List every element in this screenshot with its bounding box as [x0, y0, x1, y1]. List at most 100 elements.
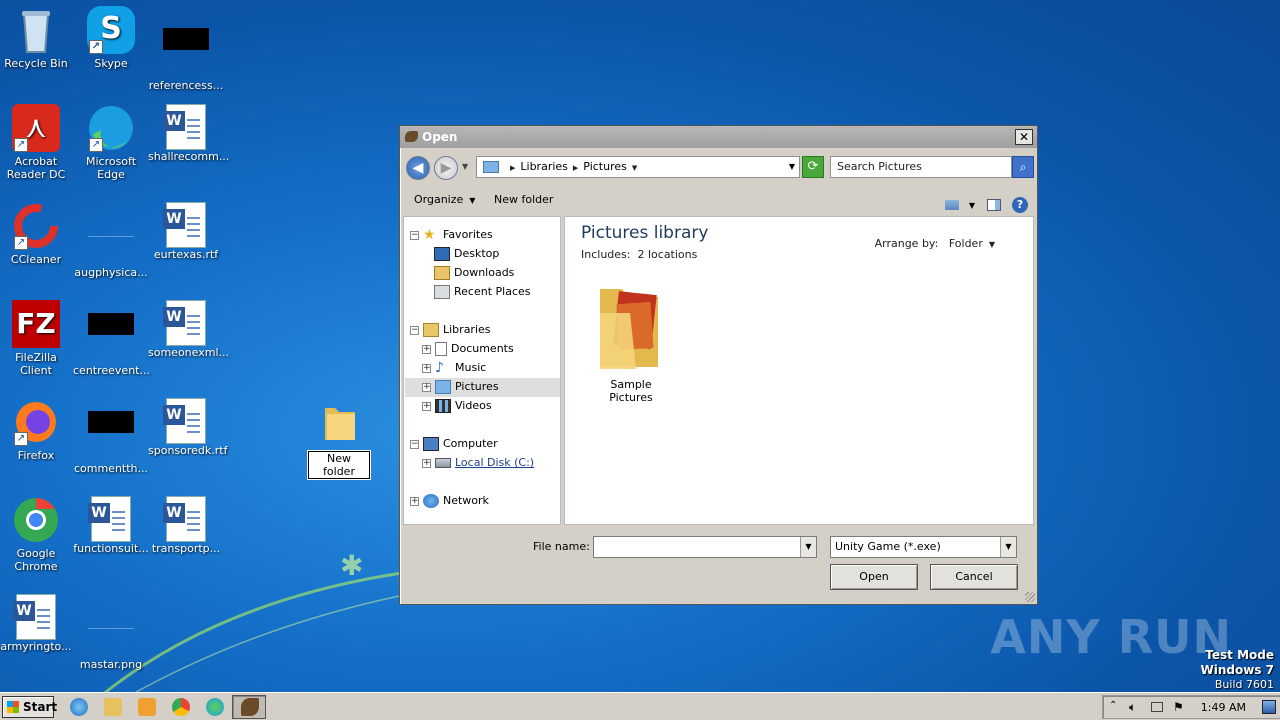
expand-icon[interactable]: +	[410, 496, 419, 506]
chevron-down-icon[interactable]: ▼	[800, 537, 816, 557]
file-type-select[interactable]: Unity Game (*.exe) ▼	[830, 536, 1017, 558]
new-folder-rename-field[interactable]: New folder	[307, 450, 371, 480]
media-player-icon[interactable]	[138, 698, 156, 716]
expand-icon[interactable]: +	[422, 458, 431, 468]
collapse-icon[interactable]: −	[410, 325, 419, 335]
expand-icon[interactable]: +	[422, 363, 431, 373]
recent-locations-dropdown[interactable]: ▼	[462, 162, 468, 171]
arrange-by-dropdown[interactable]: Folder ▼	[949, 237, 995, 250]
chevron-down-icon[interactable]: ▼	[1000, 537, 1016, 557]
desktop-icon-functionsuit[interactable]: W functionsuit...	[73, 496, 149, 555]
desktop-icon-shallrecomm[interactable]: W shallrecomm...	[148, 104, 229, 163]
nav-local-disk[interactable]: + Local Disk (C:)	[422, 453, 534, 472]
desktop-icon-commentth[interactable]: commentth...	[73, 398, 149, 475]
nav-computer[interactable]: − Computer	[410, 434, 498, 453]
word-document-icon: W	[163, 496, 206, 542]
black-thumbnail-icon	[87, 411, 135, 459]
preview-pane-icon[interactable]	[986, 199, 1001, 211]
nav-music[interactable]: + ♪ Music	[422, 358, 486, 377]
folder-icon	[600, 289, 658, 369]
breadcrumb-separator-icon[interactable]: ▶	[510, 164, 515, 172]
desktop-icon-ccleaner[interactable]: ↗ CCleaner	[0, 202, 74, 266]
star-icon: ★	[423, 227, 436, 243]
desktop-icon-transportp[interactable]: W transportp...	[148, 496, 224, 555]
desktop-icon-augphysica[interactable]: augphysica...	[73, 202, 149, 279]
nav-documents[interactable]: + Documents	[422, 339, 514, 358]
shortcut-arrow-icon: ↗	[89, 138, 103, 152]
desktop-icon-label: Acrobat Reader DC	[6, 155, 66, 181]
collapse-icon[interactable]: −	[410, 439, 419, 449]
expand-icon[interactable]: +	[422, 344, 431, 354]
desktop-icon-recycle-bin[interactable]: Recycle Bin	[0, 6, 74, 70]
desktop-icon-label: augphysica...	[74, 266, 148, 279]
desktop-icon-eurtexas[interactable]: W eurtexas.rtf	[148, 202, 224, 261]
search-icon[interactable]: ⌕	[1012, 156, 1034, 178]
nav-recent-places[interactable]: Recent Places	[434, 282, 531, 301]
desktop-icon-firefox[interactable]: ↗ Firefox	[0, 398, 74, 462]
start-button[interactable]: Start	[2, 696, 57, 718]
expand-icon[interactable]: +	[422, 382, 431, 392]
file-name-label: File name:	[533, 540, 590, 553]
desktop-icon-chrome[interactable]: Google Chrome	[0, 496, 74, 573]
firefox-icon: ↗	[12, 398, 60, 446]
desktop-icon-referencess[interactable]: referencess...	[148, 6, 224, 92]
desktop-icon-armyringto[interactable]: W armyringto...	[0, 594, 74, 653]
view-dropdown-icon[interactable]: ▼	[969, 201, 975, 210]
downloads-icon	[434, 266, 450, 280]
nav-pictures[interactable]: + Pictures	[422, 377, 499, 396]
desktop-icon-edge[interactable]: ↗ Microsoft Edge	[73, 104, 149, 181]
action-center-flag-icon[interactable]: ⚑	[1173, 700, 1184, 714]
refresh-button[interactable]: ⟳	[802, 156, 824, 178]
taskbar: Start ⌃ 🔈︎ ⚑ 1:49 AM	[0, 692, 1280, 720]
dialog-title: Open	[422, 130, 458, 144]
recycle-bin-icon	[12, 6, 60, 54]
new-folder-button[interactable]: New folder	[494, 186, 553, 214]
dialog-titlebar[interactable]: Open ✕	[400, 126, 1037, 148]
desktop-icon-centreevent[interactable]: centreevent...	[73, 300, 150, 377]
nav-downloads[interactable]: Downloads	[434, 263, 514, 282]
breadcrumb[interactable]: ▶ Libraries ▶ Pictures ▼ ▼	[476, 156, 800, 178]
list-item[interactable]: Sample Pictures	[587, 279, 675, 404]
change-view-icon[interactable]	[945, 200, 960, 210]
expand-icon[interactable]: +	[422, 401, 431, 411]
edge-icon[interactable]	[206, 698, 224, 716]
desktop-icon-sponsoredk[interactable]: W sponsoredk.rtf	[148, 398, 227, 457]
organize-button[interactable]: Organize ▼	[414, 186, 475, 215]
speaker-icon[interactable]: 🔈︎	[1129, 700, 1136, 715]
breadcrumb-libraries[interactable]: Libraries	[520, 160, 568, 173]
cancel-button[interactable]: Cancel	[930, 564, 1018, 590]
nav-desktop[interactable]: Desktop	[434, 244, 499, 263]
search-input[interactable]: Search Pictures	[830, 156, 1012, 178]
explorer-icon[interactable]	[104, 698, 122, 716]
file-name-input[interactable]: ▼	[593, 536, 817, 558]
chrome-icon[interactable]	[172, 698, 190, 716]
close-button[interactable]: ✕	[1015, 129, 1033, 145]
taskbar-item-active-app[interactable]	[232, 695, 266, 719]
library-locations-link[interactable]: 2 locations	[637, 248, 697, 261]
collapse-icon[interactable]: −	[410, 230, 419, 240]
open-button[interactable]: Open	[830, 564, 918, 590]
address-dropdown-icon[interactable]: ▼	[789, 157, 795, 177]
desktop-icon-new-folder[interactable]: New folder	[307, 398, 371, 480]
help-icon[interactable]: ?	[1012, 197, 1028, 213]
resize-grip-icon[interactable]	[1025, 592, 1035, 602]
desktop-icon-filezilla[interactable]: FZ FileZilla Client	[0, 300, 74, 377]
nav-libraries[interactable]: − Libraries	[410, 320, 491, 339]
desktop-icon-mastar[interactable]: mastar.png	[73, 594, 149, 671]
breadcrumb-separator-icon[interactable]: ▶	[573, 164, 578, 172]
desktop-icon-someonexml[interactable]: W someonexml...	[148, 300, 229, 359]
show-desktop-icon[interactable]	[1262, 700, 1276, 714]
nav-network[interactable]: + Network	[410, 491, 489, 510]
desktop-icon-skype[interactable]: S ↗ Skype	[73, 6, 149, 70]
clock[interactable]: 1:49 AM	[1201, 696, 1246, 720]
nav-videos[interactable]: + Videos	[422, 396, 492, 415]
breadcrumb-separator-icon[interactable]: ▼	[632, 164, 637, 172]
internet-explorer-icon[interactable]	[70, 698, 88, 716]
nav-favorites[interactable]: − ★ Favorites	[410, 225, 493, 244]
desktop-icon-acrobat[interactable]: ⋏ ↗ Acrobat Reader DC	[0, 104, 74, 181]
forward-button[interactable]: ▶	[434, 156, 458, 180]
chevron-up-icon[interactable]: ⌃	[1109, 700, 1117, 711]
breadcrumb-pictures[interactable]: Pictures	[583, 160, 627, 173]
network-status-icon[interactable]	[1151, 702, 1163, 712]
back-button[interactable]: ◀	[406, 156, 430, 180]
